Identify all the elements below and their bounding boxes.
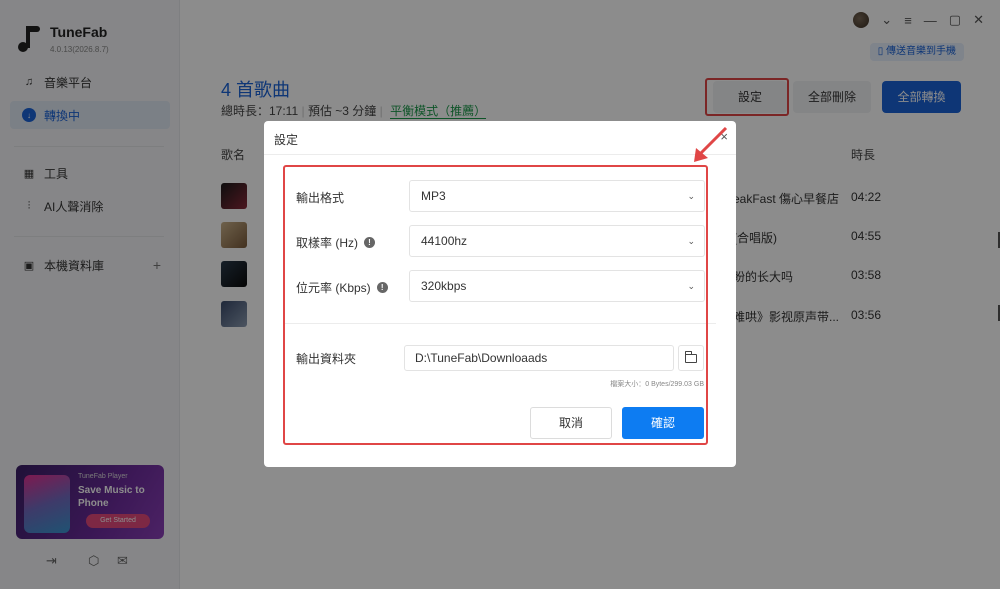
dialog-title: 設定 (274, 133, 299, 147)
form-highlight-box (283, 165, 708, 445)
dialog-divider (264, 154, 736, 155)
annotation-arrow-icon (694, 126, 728, 162)
